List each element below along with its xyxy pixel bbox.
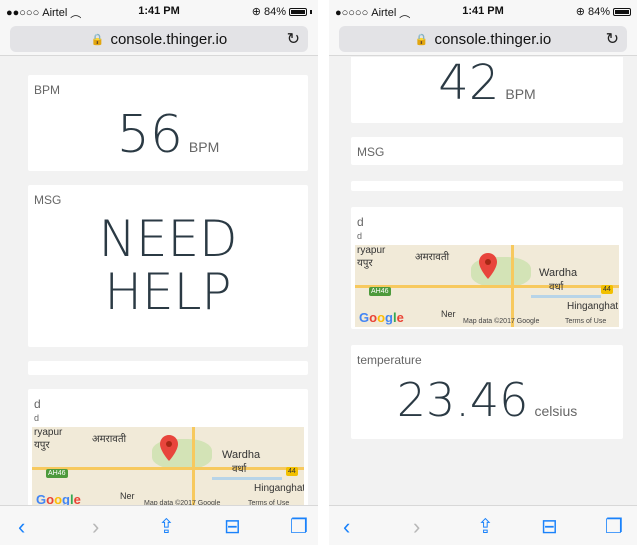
bpm-label: BPM: [34, 83, 61, 97]
temperature-value-row: 23.46 celsius: [351, 373, 623, 427]
msg-label: MSG: [34, 193, 62, 207]
msg-label: MSG: [357, 145, 385, 159]
temperature-card: temperature 23.46 celsius: [351, 345, 623, 439]
location-pin-icon[interactable]: [479, 253, 497, 279]
share-icon[interactable]: ⇪: [158, 514, 175, 539]
map-city-4: Hinganghat: [254, 483, 304, 494]
bpm-card: 42 BPM: [351, 57, 623, 123]
back-icon[interactable]: ‹: [18, 514, 25, 540]
msg-line-1: NEED: [98, 210, 238, 268]
browser-bar: 🔒 console.thinger.io ↻: [0, 22, 318, 56]
map-view[interactable]: ryapur यपुर अमरावती Wardha वर्धा Hingang…: [355, 245, 619, 327]
forward-icon[interactable]: ›: [92, 514, 99, 540]
tabs-icon[interactable]: ❐: [290, 514, 308, 539]
map-shield-44: 44: [286, 467, 298, 476]
lock-icon: 🔒: [414, 33, 429, 46]
map-terms-link[interactable]: Terms of Use: [565, 318, 606, 325]
browser-toolbar: ‹ › ⇪ ⊟ ❐: [329, 505, 637, 545]
url-text: console.thinger.io: [110, 30, 228, 48]
map-shield-ah46: AH46: [46, 469, 68, 478]
location-pin-icon[interactable]: [160, 435, 178, 461]
battery-percent: 84%: [587, 5, 610, 18]
back-icon[interactable]: ‹: [343, 514, 350, 540]
battery-indicator: ⊕ 84%: [252, 5, 312, 18]
battery-icon: [613, 7, 631, 16]
dashboard: BPM 56BPM MSG NEED HELP d d ryapur यपुर: [0, 57, 318, 505]
temperature-value: 23.46: [396, 373, 529, 427]
status-bar: ●○○○○ Airtel ︵ 1:41 PM ⊕ 84%: [329, 0, 637, 22]
bpm-value-row: 42 BPM: [351, 57, 623, 111]
map-label: d: [357, 215, 364, 229]
map-sublabel: d: [357, 231, 363, 241]
reload-icon[interactable]: ↻: [287, 29, 300, 49]
bpm-value: 42: [438, 57, 500, 111]
map-town-ner: Ner: [120, 491, 135, 501]
bpm-value: 56: [116, 105, 183, 165]
map-city-3: Wardha: [539, 267, 578, 279]
map-shield-ah46: AH46: [369, 287, 391, 296]
msg-value: NEED HELP: [28, 213, 308, 318]
map-city-3-local: वर्धा: [549, 282, 564, 293]
browser-bar: 🔒 console.thinger.io ↻: [329, 22, 637, 56]
share-icon[interactable]: ⇪: [477, 514, 494, 539]
forward-icon[interactable]: ›: [413, 514, 420, 540]
map-card: d d ryapur यपुर अमरावती Wardha वर्धा Hin…: [28, 389, 308, 505]
temperature-label: temperature: [357, 353, 422, 367]
bpm-value-row: 56 BPM: [28, 105, 308, 165]
screenshot-right: ●○○○○ Airtel ︵ 1:41 PM ⊕ 84% 🔒 console.t…: [329, 0, 637, 545]
dashboard: 42 BPM MSG d d ryapur यपुर अमरावती Wardha…: [329, 57, 637, 505]
map-label: d: [34, 397, 41, 411]
bpm-card: BPM 56 BPM: [28, 75, 308, 171]
map-shield-44: 44: [601, 285, 613, 294]
map-city-4: Hinganghat: [567, 301, 619, 312]
battery-icon: [289, 7, 307, 16]
blank-card: [28, 361, 308, 375]
map-city-2: अमरावती: [92, 434, 127, 445]
bpm-unit: BPM: [505, 86, 536, 102]
map-city-3-local: वर्धा: [232, 464, 247, 475]
msg-line-2: HELP: [104, 262, 232, 321]
map-card: d d ryapur यपुर अमरावती Wardha वर्धा Hin…: [351, 207, 623, 329]
msg-card: MSG: [351, 137, 623, 165]
map-town-ner: Ner: [441, 309, 456, 319]
google-logo: Google: [359, 310, 404, 325]
orientation-lock-icon: ⊕: [251, 6, 261, 18]
browser-toolbar: ‹ › ⇪ ⊟ ❐: [0, 505, 318, 545]
google-logo: Google: [36, 492, 81, 505]
bpm-unit: BPM: [188, 139, 220, 155]
tabs-icon[interactable]: ❐: [605, 514, 623, 539]
battery-percent: 84%: [263, 5, 286, 18]
orientation-lock-icon: ⊕: [575, 6, 585, 18]
map-city-1-local: यपुर: [34, 440, 50, 451]
map-view[interactable]: ryapur यपुर अमरावती Wardha वर्धा Hingang…: [32, 427, 304, 505]
screenshot-left: ●●○○○ Airtel ︵ 1:41 PM ⊕ 84% 🔒 console.t…: [0, 0, 318, 545]
map-attribution: Map data ©2017 Google: [463, 318, 540, 325]
map-city-2: अमरावती: [415, 252, 450, 263]
lock-icon: 🔒: [90, 33, 105, 46]
map-sublabel: d: [34, 413, 40, 423]
address-bar[interactable]: 🔒 console.thinger.io ↻: [339, 26, 627, 52]
bookmarks-icon[interactable]: ⊟: [224, 514, 241, 539]
battery-indicator: ⊕ 84%: [576, 5, 631, 18]
map-city-3: Wardha: [222, 449, 261, 461]
blank-card: [351, 181, 623, 191]
map-city-1-local: यपुर: [357, 258, 373, 269]
address-bar[interactable]: 🔒 console.thinger.io ↻: [10, 26, 308, 52]
bookmarks-icon[interactable]: ⊟: [541, 514, 558, 539]
msg-card: MSG NEED HELP: [28, 185, 308, 347]
status-bar: ●●○○○ Airtel ︵ 1:41 PM ⊕ 84%: [0, 0, 318, 22]
reload-icon[interactable]: ↻: [606, 29, 619, 49]
url-text: console.thinger.io: [434, 30, 552, 48]
temperature-unit: celsius: [534, 403, 578, 419]
